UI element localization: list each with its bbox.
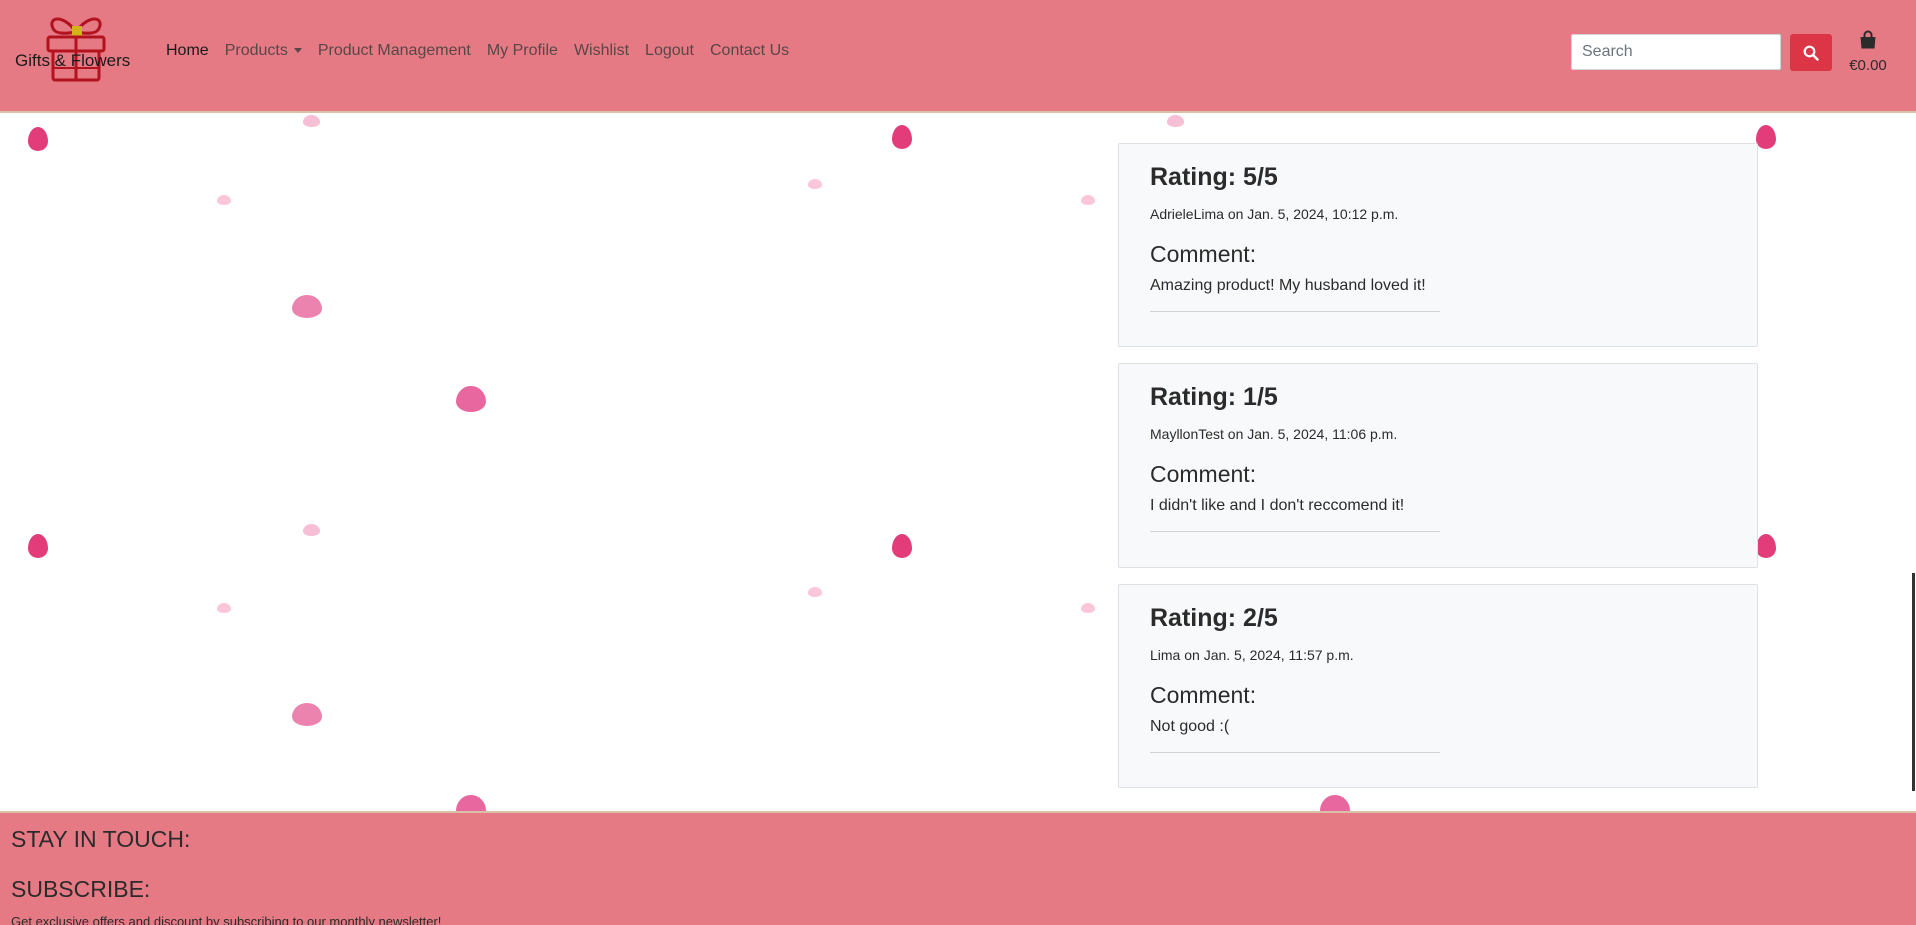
review-author-date: Lima on Jan. 5, 2024, 11:57 p.m.	[1150, 647, 1354, 663]
review-comment-label: Comment:	[1150, 461, 1257, 487]
review-card: Rating: 1/5 MayllonTest on Jan. 5, 2024,…	[1118, 363, 1758, 568]
shopping-bag-icon	[1860, 30, 1876, 49]
search-input[interactable]	[1571, 34, 1781, 70]
review-rating: Rating: 5/5	[1150, 163, 1278, 191]
nav-products-label: Products	[224, 42, 288, 59]
footer-subscribe-heading: SUBSCRIBE:	[11, 876, 151, 902]
review-comment-text: I didn't like and I don't reccomend it!	[1150, 497, 1405, 514]
review-card: Rating: 5/5 AdrieleLima on Jan. 5, 2024,…	[1118, 143, 1758, 347]
page-scrollbar-thumb[interactable]	[1912, 573, 1915, 791]
review-comment-text: Amazing product! My husband loved it!	[1150, 277, 1426, 294]
nav-product-management[interactable]: Product Management	[310, 42, 479, 60]
footer-stay-in-touch-heading: STAY IN TOUCH:	[11, 826, 191, 852]
nav-my-profile[interactable]: My Profile	[479, 42, 566, 60]
nav-wishlist[interactable]: Wishlist	[566, 42, 637, 60]
nav-products-dropdown[interactable]: Products	[217, 42, 310, 60]
review-comment-text: Not good :(	[1150, 718, 1230, 735]
review-rating: Rating: 2/5	[1150, 604, 1278, 632]
product-reviews-section: Rating: 5/5 AdrieleLima on Jan. 5, 2024,…	[0, 113, 1916, 811]
chevron-down-icon	[293, 48, 302, 54]
nav-contact-us[interactable]: Contact Us	[702, 42, 797, 60]
review-card: Rating: 2/5 Lima on Jan. 5, 2024, 11:57 …	[1118, 584, 1758, 788]
search-button[interactable]	[1790, 34, 1832, 71]
footer-newsletter-text: Get exclusive offers and discount by sub…	[11, 914, 442, 925]
review-divider	[1150, 311, 1440, 312]
nav-home[interactable]: Home	[158, 42, 217, 60]
nav-logout[interactable]: Logout	[637, 42, 702, 60]
navbar: Gifts & Flowers Home Products Product Ma…	[0, 0, 1916, 113]
review-divider	[1150, 752, 1440, 753]
review-rating: Rating: 1/5	[1150, 383, 1278, 411]
cart-link[interactable]: €0.00	[1846, 30, 1890, 74]
review-comment-label: Comment:	[1150, 241, 1257, 267]
review-divider	[1150, 531, 1440, 532]
review-author-date: MayllonTest on Jan. 5, 2024, 11:06 p.m.	[1150, 426, 1398, 442]
search-icon	[1803, 45, 1819, 61]
brand-name: Gifts & Flowers	[15, 51, 131, 70]
main-nav: Home Products Product Management My Prof…	[158, 42, 797, 60]
brand-logo-link[interactable]: Gifts & Flowers	[14, 10, 134, 84]
review-author-date: AdrieleLima on Jan. 5, 2024, 10:12 p.m.	[1150, 206, 1399, 222]
footer: STAY IN TOUCH: SUBSCRIBE: Get exclusive …	[0, 811, 1916, 925]
cart-total: €0.00	[1849, 57, 1887, 74]
gift-icon	[46, 17, 106, 82]
review-comment-label: Comment:	[1150, 682, 1257, 708]
